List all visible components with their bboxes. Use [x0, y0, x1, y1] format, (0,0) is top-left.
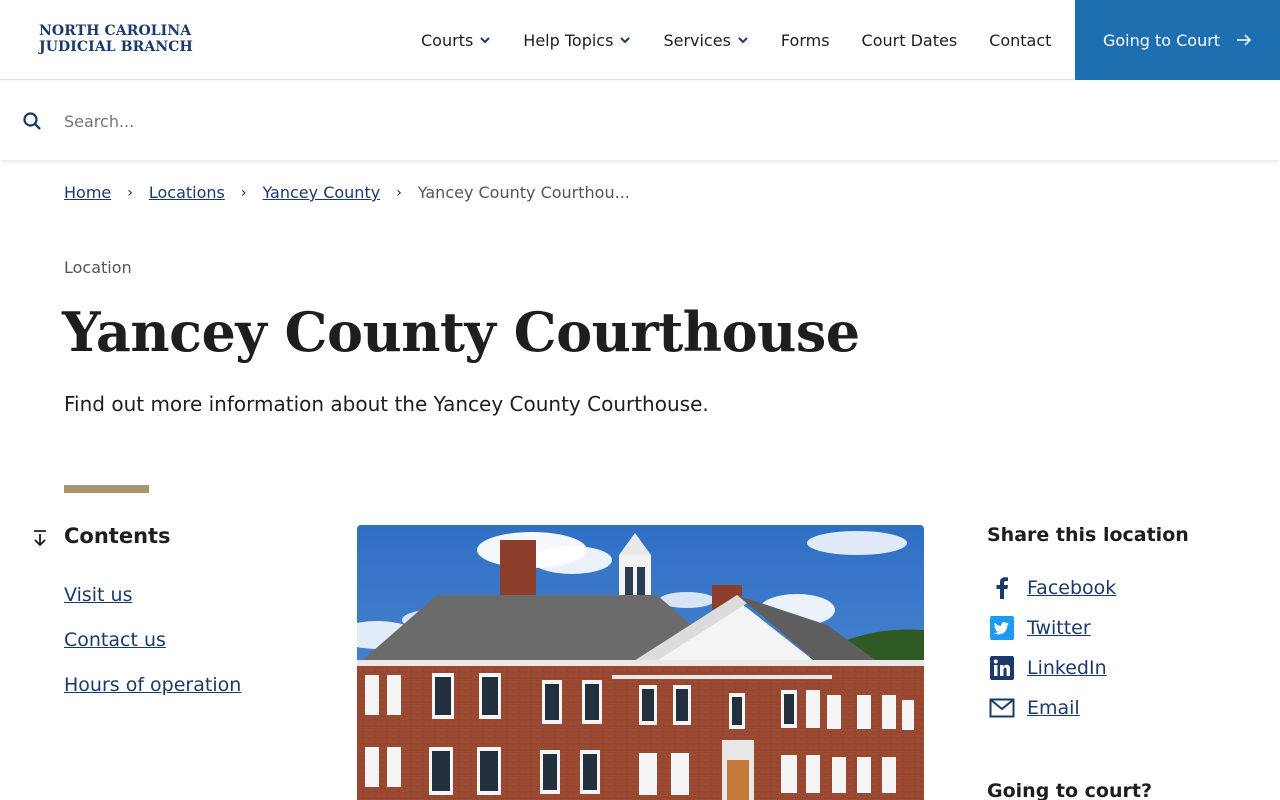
nav-item-services[interactable]: Services [647, 0, 764, 80]
linkedin-icon [988, 654, 1016, 682]
chevron-right-icon: › [240, 184, 247, 201]
share-twitter-link[interactable]: Twitter [1027, 617, 1091, 639]
nav-label: Courts [421, 30, 474, 50]
page-title: Yancey County Courthouse [62, 300, 860, 364]
share-facebook-link[interactable]: Facebook [1027, 577, 1116, 599]
nav-label: Court Dates [861, 30, 958, 50]
chevron-down-icon [737, 34, 749, 46]
page-eyebrow: Location [64, 258, 132, 277]
nav-label: Contact [989, 30, 1052, 50]
chevron-right-icon: › [127, 184, 133, 201]
twitter-icon [988, 614, 1016, 642]
chevron-right-icon: › [396, 184, 402, 201]
contents-link-contact-us[interactable]: Contact us [64, 629, 166, 651]
logo-line-2: JUDICIAL BRANCH [39, 39, 193, 55]
page-lede: Find out more information about the Yanc… [64, 392, 709, 416]
chevron-down-icon [619, 34, 631, 46]
nav-item-contact[interactable]: Contact [973, 0, 1067, 80]
nav-item-forms[interactable]: Forms [765, 0, 846, 80]
list-item: Contact us [64, 629, 241, 652]
list-item: LinkedIn [988, 648, 1116, 688]
contents-heading: Contents [64, 524, 171, 548]
breadcrumb: Home › Locations › Yancey County › Yance… [64, 183, 630, 202]
contents-link-visit-us[interactable]: Visit us [64, 584, 132, 606]
share-heading: Share this location [987, 524, 1189, 546]
breadcrumb-current: Yancey County Courthou... [417, 183, 630, 202]
breadcrumb-locations[interactable]: Locations [149, 183, 225, 202]
nav-item-help-topics[interactable]: Help Topics [507, 0, 647, 80]
list-item: Facebook [988, 568, 1116, 608]
site-header: NORTH CAROLINA JUDICIAL BRANCH Courts He… [0, 0, 1280, 80]
breadcrumb-yancey-county[interactable]: Yancey County [262, 183, 380, 202]
search-bar [0, 81, 1280, 160]
cta-label: Going to Court [1102, 30, 1221, 50]
list-item: Visit us [64, 584, 241, 607]
email-icon [988, 694, 1016, 722]
nav-item-courts[interactable]: Courts [405, 0, 507, 80]
contents-list: Visit us Contact us Hours of operation [64, 584, 241, 719]
site-logo[interactable]: NORTH CAROLINA JUDICIAL BRANCH [39, 23, 193, 55]
accent-divider [64, 485, 149, 493]
share-linkedin-link[interactable]: LinkedIn [1027, 657, 1107, 679]
list-item: Hours of operation [64, 674, 241, 697]
nav-label: Help Topics [523, 30, 614, 50]
list-item: Twitter [988, 608, 1116, 648]
list-item: Email [988, 688, 1116, 728]
arrow-right-icon [1236, 32, 1252, 48]
search-icon[interactable] [22, 111, 42, 131]
going-to-court-button[interactable]: Going to Court [1075, 0, 1280, 80]
courthouse-photo [357, 525, 924, 800]
search-input[interactable] [64, 107, 1244, 135]
nav-label: Forms [780, 30, 830, 50]
share-email-link[interactable]: Email [1027, 697, 1080, 719]
facebook-icon [988, 574, 1016, 602]
arrow-down-icon [30, 528, 50, 548]
contents-link-hours[interactable]: Hours of operation [64, 674, 241, 696]
main-nav: Courts Help Topics Services Forms Court … [405, 0, 1067, 80]
going-to-court-heading: Going to court? [987, 780, 1152, 800]
share-list: Facebook Twitter LinkedIn Email [988, 568, 1116, 728]
nav-item-court-dates[interactable]: Court Dates [846, 0, 974, 80]
logo-line-1: NORTH CAROLINA [39, 23, 192, 39]
chevron-down-icon [479, 34, 491, 46]
breadcrumb-home[interactable]: Home [64, 183, 111, 202]
nav-label: Services [663, 30, 731, 50]
